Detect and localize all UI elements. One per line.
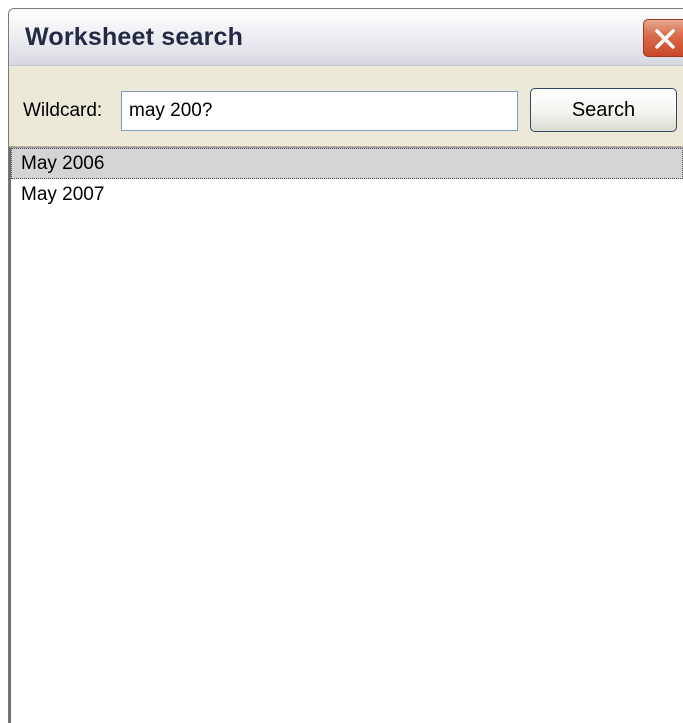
result-item[interactable]: May 2006: [11, 148, 683, 179]
results-list[interactable]: May 2006 May 2007: [9, 147, 683, 723]
window-title: Worksheet search: [25, 23, 244, 51]
result-item[interactable]: May 2007: [11, 179, 683, 210]
title-bar[interactable]: Worksheet search: [9, 9, 683, 66]
wildcard-label: Wildcard:: [23, 100, 103, 121]
search-button[interactable]: Search: [530, 88, 677, 132]
close-icon: [655, 29, 675, 49]
close-button[interactable]: [643, 19, 683, 57]
search-toolbar: Wildcard: Search: [9, 66, 683, 147]
worksheet-search-window: Worksheet search Wildcard: Search May 20…: [8, 8, 683, 723]
wildcard-input[interactable]: [121, 91, 518, 131]
